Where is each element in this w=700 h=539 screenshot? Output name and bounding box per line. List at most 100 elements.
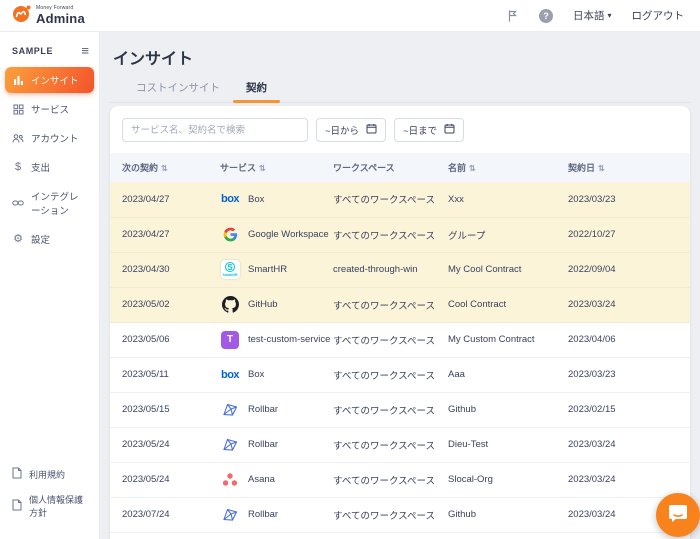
document-icon bbox=[12, 467, 22, 481]
next-contract-cell: 2023/05/11 bbox=[110, 357, 220, 392]
sidebar-item-accounts[interactable]: アカウント bbox=[5, 125, 94, 151]
table-row[interactable]: 2023/05/02 GitHub すべてのワークスペース Cool Contr… bbox=[110, 287, 690, 322]
smarthr-logo-icon: SSmartHR bbox=[221, 260, 240, 279]
date-to-label: ~日まで bbox=[403, 123, 437, 137]
workspace-cell: すべてのワークスペース bbox=[333, 462, 448, 497]
contract-date-cell: 2023/03/24 bbox=[568, 462, 690, 497]
sidebar-item-privacy-policy[interactable]: 個人情報保護方針 bbox=[5, 487, 94, 525]
service-cell: Rollbar bbox=[220, 392, 333, 427]
name-cell: Xxx bbox=[448, 182, 568, 217]
service-cell: Ttest-custom-service bbox=[220, 322, 333, 357]
service-cell: boxBox bbox=[220, 182, 333, 217]
next-contract-cell: 2023/05/06 bbox=[110, 322, 220, 357]
table-header-row: 次の契約⇅ サービス⇅ ワークスペース 名前⇅ 契約日⇅ bbox=[110, 153, 690, 182]
sidebar-item-label: インテグレーション bbox=[31, 189, 87, 217]
sidebar-item-label: 利用規約 bbox=[29, 468, 65, 481]
tab-contracts[interactable]: 契約 bbox=[233, 80, 280, 102]
date-from-picker[interactable]: ~日から bbox=[316, 118, 386, 142]
workspace-name: SAMPLE bbox=[12, 46, 53, 56]
sidebar-collapse-icon[interactable]: ≡ bbox=[81, 44, 89, 57]
name-cell: My Custom Contract bbox=[448, 322, 568, 357]
brand-product: Admina bbox=[36, 12, 85, 25]
sidebar-item-integrations[interactable]: インテグレーション bbox=[5, 183, 94, 223]
next-contract-cell: 2023/05/24 bbox=[110, 462, 220, 497]
language-selector[interactable]: 日本語 ▾ bbox=[573, 8, 612, 23]
workspace-cell: すべてのワークスペース bbox=[333, 322, 448, 357]
next-contract-cell: 2023/07/24 bbox=[110, 497, 220, 532]
sidebar-item-label: 設定 bbox=[31, 232, 50, 246]
sidebar-item-settings[interactable]: ⚙ 設定 bbox=[5, 226, 94, 252]
table-row[interactable]: 2023/05/11 boxBox すべてのワークスペース Aaa 2023/0… bbox=[110, 357, 690, 392]
service-cell: SSmartHRSmartHR bbox=[220, 252, 333, 287]
next-contract-cell: 2023/04/27 bbox=[110, 182, 220, 217]
contracts-card: ~日から ~日まで 次の契約⇅ サービス⇅ bbox=[110, 106, 690, 539]
sidebar-item-insight[interactable]: インサイト bbox=[5, 67, 94, 93]
sidebar: SAMPLE ≡ インサイト サービス アカウント bbox=[0, 32, 100, 539]
name-cell: My Cool Contract bbox=[448, 252, 568, 287]
google-workspace-logo-icon bbox=[220, 225, 240, 245]
contract-date-cell: 2022/10/27 bbox=[568, 217, 690, 252]
sort-icon: ⇅ bbox=[259, 164, 266, 173]
sidebar-item-spend[interactable]: $ 支出 bbox=[5, 154, 94, 180]
sidebar-item-label: 支出 bbox=[31, 160, 50, 174]
money-forward-mark-icon bbox=[12, 4, 31, 28]
date-to-picker[interactable]: ~日まで bbox=[394, 118, 464, 142]
table-row[interactable]: 2023/05/24 Asana すべてのワークスペース Slocal-Org … bbox=[110, 462, 690, 497]
grid-icon bbox=[12, 104, 24, 115]
contract-date-cell: 2023/02/15 bbox=[568, 392, 690, 427]
name-cell: Dieu-Test bbox=[448, 427, 568, 462]
pagination: ‹ › bbox=[110, 533, 690, 539]
workspace-cell: すべてのワークスペース bbox=[333, 287, 448, 322]
admina-logo[interactable]: Money Forward Admina bbox=[12, 4, 85, 28]
workspace-cell: すべてのワークスペース bbox=[333, 182, 448, 217]
name-cell: Slocal-Org bbox=[448, 462, 568, 497]
people-icon bbox=[12, 133, 24, 144]
name-cell: Github bbox=[448, 497, 568, 532]
chevron-down-icon: ▾ bbox=[607, 11, 611, 20]
next-contract-cell: 2023/04/27 bbox=[110, 217, 220, 252]
table-row[interactable]: 2023/05/06 Ttest-custom-service すべてのワークス… bbox=[110, 322, 690, 357]
tab-cost-insight[interactable]: コストインサイト bbox=[123, 80, 233, 102]
help-icon[interactable]: ? bbox=[539, 9, 553, 23]
sidebar-item-terms[interactable]: 利用規約 bbox=[5, 461, 94, 487]
name-cell: Github bbox=[448, 392, 568, 427]
column-name[interactable]: 名前⇅ bbox=[448, 153, 568, 182]
service-cell: GitHub bbox=[220, 287, 333, 322]
chat-widget-button[interactable] bbox=[656, 493, 700, 537]
column-service[interactable]: サービス⇅ bbox=[220, 153, 333, 182]
table-row[interactable]: 2023/07/24 Rollbar すべてのワークスペース Github 20… bbox=[110, 497, 690, 532]
contract-date-cell: 2023/03/24 bbox=[568, 287, 690, 322]
workspace-cell: すべてのワークスペース bbox=[333, 217, 448, 252]
workspace-cell: すべてのワークスペース bbox=[333, 497, 448, 532]
box-logo-icon: box bbox=[221, 369, 239, 381]
sidebar-item-services[interactable]: サービス bbox=[5, 96, 94, 122]
name-cell: Cool Contract bbox=[448, 287, 568, 322]
name-cell: グループ bbox=[448, 217, 568, 252]
column-contract-date[interactable]: 契約日⇅ bbox=[568, 153, 690, 182]
column-next-contract[interactable]: 次の契約⇅ bbox=[110, 153, 220, 182]
table-row[interactable]: 2023/04/27 boxBox すべてのワークスペース Xxx 2023/0… bbox=[110, 182, 690, 217]
search-input[interactable] bbox=[122, 118, 308, 142]
whats-new-flag-icon[interactable] bbox=[506, 9, 519, 23]
sidebar-item-label: アカウント bbox=[31, 131, 79, 145]
service-cell: Rollbar bbox=[220, 497, 333, 532]
page-title: インサイト bbox=[113, 45, 690, 69]
contracts-table: 次の契約⇅ サービス⇅ ワークスペース 名前⇅ 契約日⇅ 2023/04/27 … bbox=[110, 153, 690, 533]
sort-icon: ⇅ bbox=[469, 164, 476, 173]
sidebar-item-label: サービス bbox=[31, 102, 69, 116]
table-row[interactable]: 2023/04/27 Google Workspace すべてのワークスペース … bbox=[110, 217, 690, 252]
contract-date-cell: 2023/03/24 bbox=[568, 427, 690, 462]
table-row[interactable]: 2023/04/30 SSmartHRSmartHR created-throu… bbox=[110, 252, 690, 287]
table-row[interactable]: 2023/05/24 Rollbar すべてのワークスペース Dieu-Test… bbox=[110, 427, 690, 462]
contract-date-cell: 2023/04/06 bbox=[568, 322, 690, 357]
contract-date-cell: 2022/09/04 bbox=[568, 252, 690, 287]
sort-icon: ⇅ bbox=[598, 164, 605, 173]
name-cell: Aaa bbox=[448, 357, 568, 392]
document-icon bbox=[12, 499, 22, 513]
table-row[interactable]: 2023/05/15 Rollbar すべてのワークスペース Github 20… bbox=[110, 392, 690, 427]
next-contract-cell: 2023/05/15 bbox=[110, 392, 220, 427]
logout-button[interactable]: ログアウト bbox=[632, 8, 685, 23]
column-workspace: ワークスペース bbox=[333, 153, 448, 182]
service-cell: Rollbar bbox=[220, 427, 333, 462]
filter-bar: ~日から ~日まで bbox=[110, 106, 690, 153]
